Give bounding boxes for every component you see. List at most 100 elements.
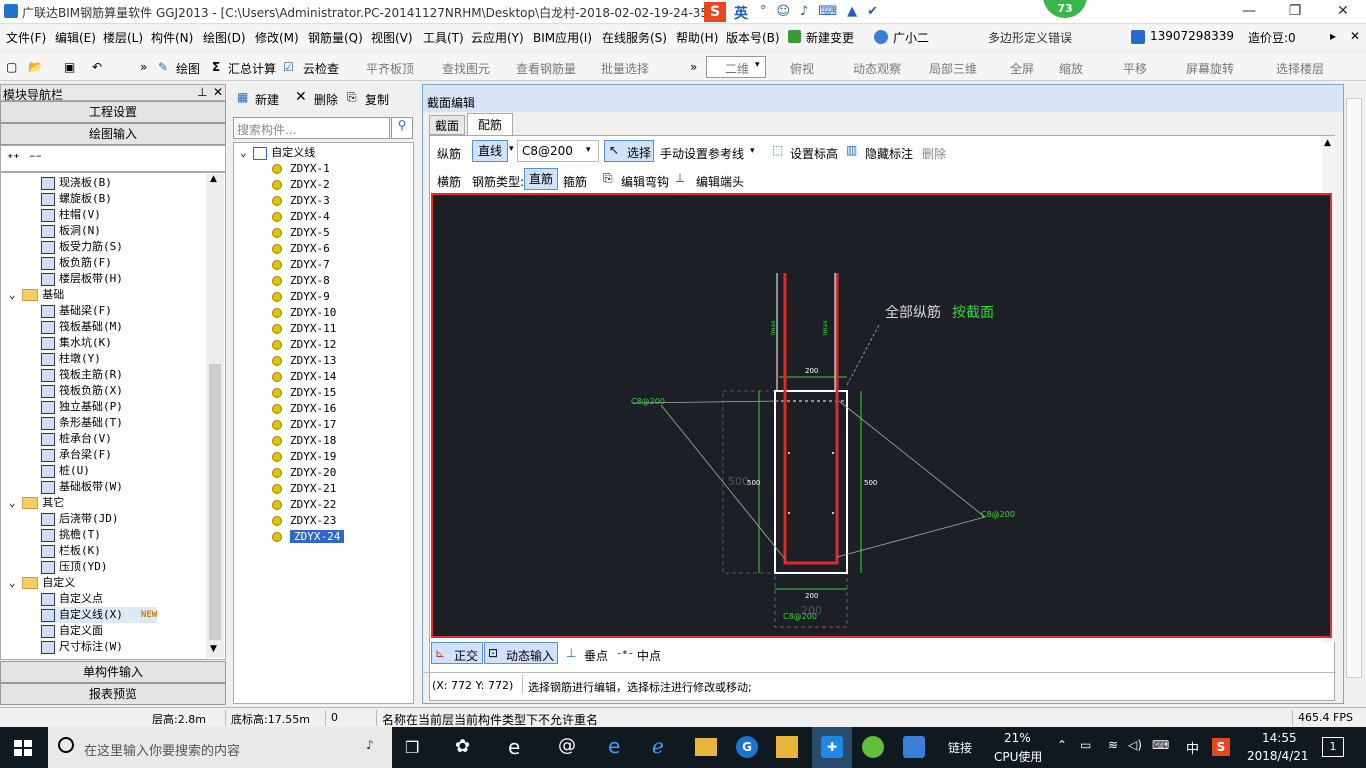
- notification-icon[interactable]: 1: [1322, 737, 1344, 757]
- edit-hook-button[interactable]: 编辑弯钩: [621, 173, 669, 190]
- nav-item[interactable]: 自定义面: [41, 623, 103, 639]
- ime-language[interactable]: 英: [734, 3, 748, 23]
- nav-item[interactable]: 筏板主筋(R): [41, 367, 123, 383]
- nav-item[interactable]: 板负筋(F): [41, 255, 112, 271]
- windows-start-icon[interactable]: [14, 740, 32, 756]
- sogou-icon[interactable]: S: [704, 2, 726, 22]
- glodon-g-icon[interactable]: G: [736, 736, 758, 758]
- close-icon[interactable]: ✕: [1320, 0, 1366, 24]
- nav-item[interactable]: 自定义线(X) NEW: [41, 607, 158, 623]
- nav-item[interactable]: 桩(U): [41, 463, 90, 479]
- collapse-all-icon[interactable]: ⁻⁻: [29, 151, 42, 165]
- delete-component-button[interactable]: 删除: [314, 91, 338, 108]
- component-item[interactable]: ZDYX-8: [272, 273, 330, 289]
- menu-cloud[interactable]: 云应用(Y): [471, 29, 524, 46]
- menu-bim[interactable]: BIM应用(I): [533, 29, 592, 46]
- nav-item[interactable]: 后浇带(JD): [41, 511, 119, 527]
- straight-rebar-button[interactable]: 直筋: [524, 168, 558, 190]
- component-item[interactable]: ZDYX-13: [272, 353, 336, 369]
- component-item[interactable]: ZDYX-12: [272, 337, 336, 353]
- nav-item[interactable]: 板受力筋(S): [41, 239, 123, 255]
- expand-all-icon[interactable]: ⁺⁺: [7, 151, 20, 165]
- component-item[interactable]: ZDYX-11: [272, 321, 336, 337]
- nav-item[interactable]: 条形基础(T): [41, 415, 123, 431]
- blue-app-icon[interactable]: [903, 736, 925, 758]
- dynamic-input-button[interactable]: ⊡ 动态输入: [484, 642, 558, 664]
- nav-item[interactable]: 基础板带(W): [41, 479, 123, 495]
- toolbar-local-3d[interactable]: 局部三维: [929, 60, 977, 77]
- component-item[interactable]: ZDYX-5: [272, 225, 330, 241]
- toolbar-fullscreen[interactable]: 全屏: [1010, 60, 1034, 77]
- menu-close-icon[interactable]: ✕: [1350, 29, 1360, 43]
- toolbar-zoom[interactable]: 缩放: [1059, 60, 1083, 77]
- menu-scroll-right-icon[interactable]: ▸: [1330, 29, 1336, 43]
- nav-item[interactable]: 集水坑(K): [41, 335, 112, 351]
- tab-reinforcement[interactable]: 配筋: [467, 113, 513, 135]
- copy-component-button[interactable]: 复制: [365, 91, 389, 108]
- score-badge[interactable]: 73: [1043, 0, 1087, 18]
- clock-date[interactable]: 2018/4/21: [1247, 749, 1309, 763]
- menu-help[interactable]: 帮助(H): [676, 29, 718, 46]
- component-item[interactable]: ZDYX-2: [272, 177, 330, 193]
- midpoint-snap[interactable]: 中点: [637, 647, 661, 664]
- nav-item[interactable]: 自定义点: [41, 591, 103, 607]
- line-mode-dropdown-icon[interactable]: ▾: [509, 144, 514, 154]
- nav-folder[interactable]: ⌄ 其它: [9, 495, 64, 511]
- nav-item[interactable]: 螺旋板(B): [41, 191, 112, 207]
- component-item[interactable]: ZDYX-16: [272, 401, 336, 417]
- component-item[interactable]: ZDYX-3: [272, 193, 330, 209]
- menu-new-change[interactable]: 新建变更: [806, 29, 854, 46]
- nav-item[interactable]: 桩承台(V): [41, 431, 112, 447]
- toolbar-rotate[interactable]: 屏幕旋转: [1186, 60, 1234, 77]
- menu-version[interactable]: 版本号(B): [726, 29, 780, 46]
- expand-icon[interactable]: »: [140, 60, 147, 74]
- tray-expand-icon[interactable]: ⌃: [1057, 738, 1067, 752]
- component-item[interactable]: ZDYX-4: [272, 209, 330, 225]
- nav-item[interactable]: 现浇板(B): [41, 175, 112, 191]
- open-file-icon[interactable]: 📂: [28, 60, 43, 74]
- new-component-button[interactable]: 新建: [255, 91, 279, 108]
- minimize-icon[interactable]: —: [1226, 0, 1272, 24]
- spiral-app-icon[interactable]: @: [558, 735, 576, 756]
- nav-close-icon[interactable]: ✕: [213, 85, 223, 99]
- ime-toolbar-icons[interactable]: °☺♪⌨▲✔: [760, 4, 910, 20]
- nav-folder[interactable]: ⌄ 基础: [9, 287, 64, 303]
- browser-e-icon[interactable]: e: [508, 735, 520, 759]
- ggj-app-active[interactable]: ✚: [812, 727, 852, 768]
- component-item[interactable]: ZDYX-17: [272, 417, 336, 433]
- green-app-icon[interactable]: [862, 736, 884, 758]
- file-explorer-icon[interactable]: [695, 738, 717, 756]
- nav-item[interactable]: 尺寸标注(W): [41, 639, 123, 655]
- delete-button[interactable]: 删除: [922, 145, 946, 162]
- component-item-selected[interactable]: ZDYX-24: [272, 529, 345, 545]
- component-item[interactable]: ZDYX-6: [272, 241, 330, 257]
- component-item[interactable]: ZDYX-9: [272, 289, 330, 305]
- toolbar-orbit[interactable]: 动态观察: [853, 60, 901, 77]
- component-item[interactable]: ZDYX-18: [272, 433, 336, 449]
- menu-assistant[interactable]: 广小二: [893, 29, 929, 46]
- fan-app-icon[interactable]: ✿: [455, 736, 470, 757]
- clock-time[interactable]: 14:55: [1262, 731, 1297, 745]
- project-settings-button[interactable]: 工程设置: [0, 101, 226, 123]
- toolbar-expand-icon[interactable]: »: [690, 60, 697, 74]
- tray-device-icon[interactable]: ▭: [1080, 738, 1091, 752]
- nav-item[interactable]: 承台梁(F): [41, 447, 112, 463]
- save-icon[interactable]: ▣: [64, 60, 75, 74]
- manual-reference-dropdown-icon[interactable]: ▾: [750, 146, 755, 156]
- cost-beans[interactable]: 造价豆:0: [1248, 29, 1296, 46]
- report-preview-button[interactable]: 报表预览: [0, 683, 226, 705]
- component-item[interactable]: ZDYX-23: [272, 513, 336, 529]
- pin-icon[interactable]: ⊥: [197, 85, 207, 99]
- taskbar-search-box[interactable]: 在这里输入你要搜索的内容 ♪: [48, 727, 392, 768]
- drawing-input-button[interactable]: 绘图输入: [0, 123, 226, 145]
- nav-item[interactable]: 柱墩(Y): [41, 351, 101, 367]
- set-elevation-button[interactable]: 设置标高: [790, 145, 838, 162]
- manual-reference-button[interactable]: 手动设置参考线: [660, 145, 744, 162]
- nav-item[interactable]: 筏板基础(M): [41, 319, 123, 335]
- search-icon[interactable]: ⚲: [391, 117, 413, 139]
- rebar-spec-select[interactable]: C8@200 ▾: [517, 140, 599, 162]
- view-mode-select[interactable]: 二维 ▾: [706, 56, 766, 78]
- menu-online[interactable]: 在线服务(S): [602, 29, 667, 46]
- component-item[interactable]: ZDYX-20: [272, 465, 336, 481]
- perpendicular-snap[interactable]: 垂点: [584, 647, 608, 664]
